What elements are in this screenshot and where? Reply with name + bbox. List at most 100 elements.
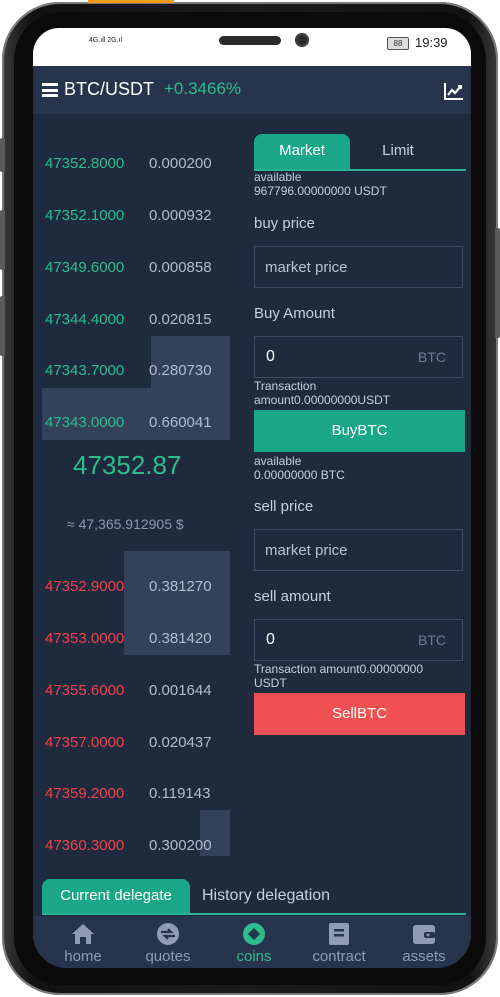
- nav-home[interactable]: home: [43, 916, 123, 968]
- ask-price: 47343.0000: [45, 414, 125, 431]
- battery-level: 88: [393, 39, 403, 48]
- tab-market[interactable]: Market: [254, 134, 350, 169]
- bid-amount: 0.381420: [149, 630, 212, 647]
- chart-icon[interactable]: [443, 81, 465, 101]
- bid-amount: 0.300200: [149, 837, 212, 854]
- tab-current-delegate[interactable]: Current delegate: [42, 879, 190, 913]
- orderbook-ask-row[interactable]: 47343.0000 0.660041: [33, 397, 238, 447]
- ask-price: 47352.8000: [45, 155, 125, 172]
- nav-assets[interactable]: assets: [384, 916, 464, 968]
- sell-price-label: sell price: [254, 498, 314, 515]
- bid-price: 47353.0000: [45, 630, 125, 647]
- buy-available-value: 967796.00000000 USDT: [254, 184, 387, 198]
- orderbook-bid-row[interactable]: 47355.6000 0.001644: [33, 665, 238, 715]
- bid-price: 47359.2000: [45, 785, 125, 802]
- last-price-usd: ≈ 47,365.912905 $: [67, 516, 184, 532]
- sell-transaction-line2: USDT: [254, 676, 287, 690]
- bid-price: 47355.6000: [45, 682, 125, 699]
- ask-price: 47344.4000: [45, 311, 125, 328]
- pair-title[interactable]: BTC/USDT: [64, 79, 154, 100]
- sell-available-value: 0.00000000 BTC: [254, 468, 345, 482]
- sell-available: available 0.00000000 BTC: [254, 454, 345, 482]
- sell-amount-input[interactable]: 0 BTC: [254, 619, 463, 661]
- status-time: 19:39: [415, 35, 448, 50]
- buy-transaction-line2: amount0.00000000USDT: [254, 393, 391, 407]
- orderbook-bid-row[interactable]: 47353.0000 0.381420: [33, 613, 238, 663]
- order-type-tabs: Market Limit: [254, 134, 466, 171]
- ask-amount: 0.000200: [149, 155, 212, 172]
- pair-change: +0.3466%: [164, 79, 242, 98]
- front-camera: [295, 33, 309, 47]
- battery-icon: 88: [387, 37, 409, 50]
- buy-amount-value: 0: [266, 348, 275, 365]
- buy-amount-input[interactable]: 0 BTC: [254, 336, 463, 378]
- sell-amount-value: 0: [266, 631, 275, 648]
- speaker-notch: [219, 36, 281, 45]
- tab-limit[interactable]: Limit: [350, 134, 446, 169]
- orderbook-ask-row[interactable]: 47343.7000 0.280730: [33, 345, 238, 395]
- pair-header: BTC/USDT +0.3466%: [33, 66, 471, 114]
- ask-amount: 0.660041: [149, 414, 212, 431]
- orderbook-ask-row[interactable]: 47344.4000 0.020815: [33, 294, 238, 344]
- buy-price-input[interactable]: market price: [254, 246, 463, 288]
- bid-amount: 0.119143: [149, 785, 211, 802]
- sell-available-label: available: [254, 454, 302, 468]
- nav-contract-label: contract: [312, 948, 366, 965]
- wallet-icon: [413, 925, 435, 944]
- sell-price-placeholder: market price: [265, 542, 348, 559]
- delegation-tabs: Current delegate History delegation: [42, 879, 466, 915]
- orderbook-bid-row[interactable]: 47357.0000 0.020437: [33, 717, 238, 767]
- phone-side-button: [0, 296, 5, 356]
- nav-home-label: home: [64, 948, 102, 965]
- menu-icon[interactable]: [42, 83, 58, 97]
- buy-transaction-amount: Transaction amount0.00000000USDT: [254, 379, 390, 407]
- nav-coins-label: coins: [236, 948, 272, 965]
- ask-amount: 0.000858: [149, 259, 212, 276]
- bid-price: 47360.3000: [45, 837, 125, 854]
- ask-price: 47352.1000: [45, 207, 125, 224]
- home-icon: [72, 924, 94, 944]
- buy-price-label: buy price: [254, 215, 315, 232]
- app-screen: 4G.ıll 2G.ıl 88 19:39 BTC/USDT +0.3466% …: [33, 28, 471, 968]
- last-price: 47352.87: [73, 450, 182, 480]
- buy-button[interactable]: BuyBTC: [254, 410, 465, 452]
- coins-icon: [243, 923, 265, 945]
- ask-amount: 0.000932: [149, 207, 212, 224]
- bid-amount: 0.020437: [149, 734, 212, 751]
- buy-amount-unit: BTC: [418, 349, 446, 365]
- buy-transaction-line1: Transaction: [254, 379, 317, 393]
- buy-available-label: available: [254, 170, 302, 184]
- phone-power-button: [495, 228, 500, 338]
- sell-button[interactable]: SellBTC: [254, 693, 465, 735]
- signal-indicator: 4G.ıll 2G.ıl: [89, 37, 123, 44]
- buy-available: available 967796.00000000 USDT: [254, 170, 387, 198]
- orderbook-bid-row[interactable]: 47359.2000 0.119143: [33, 768, 238, 818]
- buy-amount-label: Buy Amount: [254, 305, 335, 322]
- bid-price: 47352.9000: [45, 578, 125, 595]
- orderbook-ask-row[interactable]: 47352.1000 0.000932: [33, 190, 238, 240]
- orderbook-bid-row[interactable]: 47352.9000 0.381270: [33, 561, 238, 611]
- orderbook-ask-row[interactable]: 47352.8000 0.000200: [33, 138, 238, 188]
- quotes-icon: [157, 923, 179, 945]
- bid-amount: 0.001644: [149, 682, 212, 699]
- phone-side-button: [0, 138, 5, 172]
- ask-amount: 0.280730: [149, 362, 212, 379]
- phone-top-accent: [88, 0, 174, 3]
- bottom-nav: home quotes coins contract assets: [33, 916, 471, 968]
- nav-quotes-label: quotes: [145, 948, 191, 965]
- nav-coins[interactable]: coins: [214, 916, 294, 968]
- nav-contract[interactable]: contract: [299, 916, 379, 968]
- sell-amount-label: sell amount: [254, 588, 331, 605]
- nav-quotes[interactable]: quotes: [128, 916, 208, 968]
- bid-amount: 0.381270: [149, 578, 212, 595]
- tab-history-delegation[interactable]: History delegation: [202, 879, 330, 913]
- sell-price-input[interactable]: market price: [254, 529, 463, 571]
- ask-price: 47343.7000: [45, 362, 125, 379]
- orderbook-bid-row[interactable]: 47360.3000 0.300200: [33, 820, 238, 870]
- phone-side-button: [0, 210, 5, 270]
- sell-amount-unit: BTC: [418, 632, 446, 648]
- orderbook-ask-row[interactable]: 47349.6000 0.000858: [33, 242, 238, 292]
- status-bar: 4G.ıll 2G.ıl 88 19:39: [33, 28, 471, 66]
- sell-transaction-line1: Transaction amount0.00000000: [254, 662, 424, 676]
- contract-icon: [329, 923, 349, 945]
